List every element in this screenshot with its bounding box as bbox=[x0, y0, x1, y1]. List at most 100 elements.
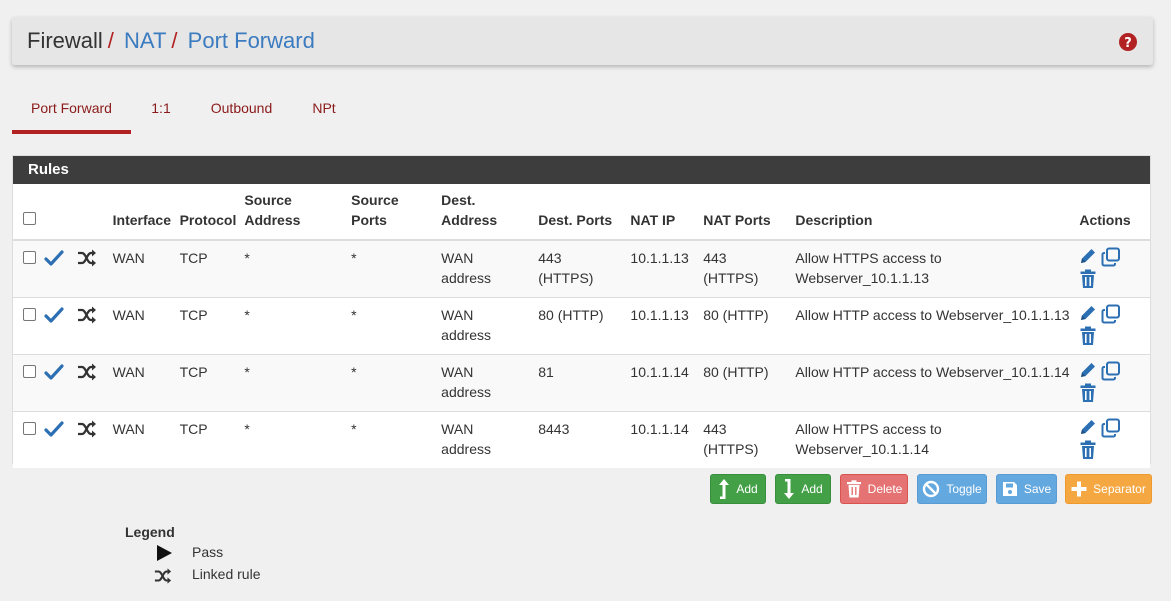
separator-button[interactable]: Separator bbox=[1065, 474, 1152, 504]
cell-dest-address: WAN address bbox=[437, 296, 535, 354]
shuffle-icon bbox=[77, 306, 96, 323]
cell-dest-address: WAN address bbox=[437, 239, 535, 297]
col-dest-address[interactable]: Dest. Address bbox=[437, 184, 535, 241]
toggle-button[interactable]: Toggle bbox=[917, 474, 987, 504]
pencil-icon[interactable] bbox=[1079, 247, 1097, 265]
copy-icon[interactable] bbox=[1101, 361, 1121, 381]
check-icon[interactable] bbox=[44, 248, 64, 268]
cell-description: Allow HTTP access to Webserver_10.1.1.14 bbox=[791, 353, 1076, 411]
cell-text: address bbox=[441, 270, 491, 286]
play-icon bbox=[157, 545, 172, 561]
table-row[interactable]: WAN TCP * * WAN address 81 10.1.1.14 80 (… bbox=[13, 353, 1150, 411]
cell-protocol: TCP bbox=[175, 353, 241, 411]
cell-source-ports: * bbox=[347, 353, 438, 411]
cell-interface: WAN bbox=[108, 353, 176, 411]
trash-icon[interactable] bbox=[1079, 326, 1097, 346]
svg-text:?: ? bbox=[1124, 36, 1132, 51]
tab-bar: Port Forward 1:1 Outbound NPt bbox=[12, 90, 412, 134]
check-icon[interactable] bbox=[44, 419, 64, 439]
cell-nat-ports: 443 (HTTPS) bbox=[699, 410, 792, 468]
select-all-checkbox[interactable] bbox=[23, 212, 36, 225]
tab-one-to-one[interactable]: 1:1 bbox=[143, 90, 179, 134]
arrow-up-icon bbox=[719, 479, 730, 499]
rules-table: Interface Protocol Source Address Source P… bbox=[13, 184, 1150, 468]
cell-source-ports: * bbox=[347, 410, 438, 468]
legend-title: Legend bbox=[125, 524, 175, 540]
cell-source-address: * bbox=[240, 353, 348, 411]
save-label: Save bbox=[1023, 482, 1052, 496]
copy-icon[interactable] bbox=[1101, 418, 1121, 438]
col-nat-ports[interactable]: NAT Ports bbox=[699, 184, 792, 241]
add-top-button[interactable]: Add bbox=[710, 474, 766, 504]
table-row[interactable]: WAN TCP * * WAN address 443 (HTTPS) 10.1.1… bbox=[13, 239, 1150, 297]
cell-actions bbox=[1075, 239, 1150, 297]
breadcrumb-separator: / bbox=[107, 28, 114, 53]
row-checkbox[interactable] bbox=[23, 364, 36, 378]
cell-text: 443 bbox=[538, 250, 562, 266]
col-interface[interactable]: Interface bbox=[108, 184, 176, 241]
question-circle-icon[interactable]: ? bbox=[1119, 33, 1137, 51]
trash-icon[interactable] bbox=[1079, 269, 1097, 289]
trash-icon[interactable] bbox=[1079, 440, 1097, 460]
cell-text: Allow HTTP access to Webserver_10.1.1.14 bbox=[795, 363, 1070, 380]
col-source-ports-line2: Ports bbox=[351, 212, 387, 228]
legend-pass: Pass bbox=[192, 544, 224, 560]
breadcrumb-nat[interactable]: NAT bbox=[124, 28, 166, 53]
col-dest-ports[interactable]: Dest. Ports bbox=[534, 184, 627, 241]
col-actions: Actions bbox=[1075, 184, 1150, 241]
cell-dest-address: WAN address bbox=[437, 353, 535, 411]
col-protocol[interactable]: Protocol bbox=[175, 184, 241, 241]
cell-text: 443 bbox=[703, 420, 727, 437]
col-nat-ip[interactable]: NAT IP bbox=[626, 184, 700, 241]
cell-nat-ip: 10.1.1.14 bbox=[626, 353, 700, 411]
cell-text: 80 (HTTP) bbox=[703, 306, 769, 323]
cell-text: WAN bbox=[441, 363, 474, 380]
tab-port-forward[interactable]: Port Forward bbox=[12, 90, 131, 134]
legend-linked-rule: Linked rule bbox=[192, 566, 261, 582]
col-dest-address-line1: Dest. bbox=[441, 192, 476, 208]
breadcrumb-firewall: Firewall bbox=[27, 28, 103, 53]
cell-interface: WAN bbox=[108, 296, 176, 354]
pencil-icon[interactable] bbox=[1079, 304, 1097, 322]
cell-protocol: TCP bbox=[175, 410, 241, 468]
col-source-address[interactable]: Source Address bbox=[240, 184, 348, 241]
save-button[interactable]: Save bbox=[996, 474, 1057, 504]
shuffle-icon bbox=[77, 363, 96, 380]
delete-button[interactable]: Delete bbox=[840, 474, 908, 504]
tab-outbound[interactable]: Outbound bbox=[204, 90, 279, 134]
cell-description: Allow HTTP access to Webserver_10.1.1.13 bbox=[791, 296, 1076, 354]
col-description[interactable]: Description bbox=[791, 184, 1076, 241]
cell-source-address: * bbox=[240, 410, 348, 468]
row-checkbox[interactable] bbox=[23, 251, 36, 264]
separator-label: Separator bbox=[1093, 482, 1146, 496]
cell-text: address bbox=[441, 440, 491, 457]
copy-icon[interactable] bbox=[1101, 247, 1121, 267]
col-source-ports[interactable]: Source Ports bbox=[347, 184, 438, 241]
col-dest-address-line2: Address bbox=[441, 212, 498, 228]
panel-title: Rules bbox=[13, 156, 1150, 184]
col-source-address-line2: Address bbox=[244, 212, 301, 228]
cell-text: 8443 bbox=[538, 420, 570, 437]
check-icon[interactable] bbox=[44, 305, 64, 325]
tab-npt[interactable]: NPt bbox=[304, 90, 344, 134]
pencil-icon[interactable] bbox=[1079, 418, 1097, 436]
check-icon[interactable] bbox=[44, 362, 64, 382]
cell-text: WAN bbox=[441, 420, 474, 437]
trash-icon[interactable] bbox=[1079, 383, 1097, 403]
add-bottom-button[interactable]: Add bbox=[775, 474, 831, 504]
cell-protocol: TCP bbox=[175, 239, 241, 297]
cell-nat-ports: 80 (HTTP) bbox=[699, 296, 792, 354]
col-source-address-line1: Source bbox=[244, 192, 292, 208]
table-row[interactable]: WAN TCP * * WAN address 8443 10.1.1.14 44… bbox=[13, 410, 1150, 468]
cell-nat-ip: 10.1.1.13 bbox=[626, 296, 700, 354]
pencil-icon[interactable] bbox=[1079, 361, 1097, 379]
row-checkbox[interactable] bbox=[23, 307, 36, 321]
shuffle-icon bbox=[77, 249, 96, 267]
cell-source-ports: * bbox=[347, 239, 438, 297]
breadcrumb-port-forward[interactable]: Port Forward bbox=[188, 28, 315, 53]
arrow-down-icon bbox=[784, 479, 795, 499]
table-row[interactable]: WAN TCP * * WAN address 80 (HTTP) 10.1.1.… bbox=[13, 296, 1150, 354]
cell-text: Webserver_10.1.1.14 bbox=[795, 440, 929, 457]
row-checkbox[interactable] bbox=[23, 421, 36, 435]
copy-icon[interactable] bbox=[1101, 304, 1121, 324]
